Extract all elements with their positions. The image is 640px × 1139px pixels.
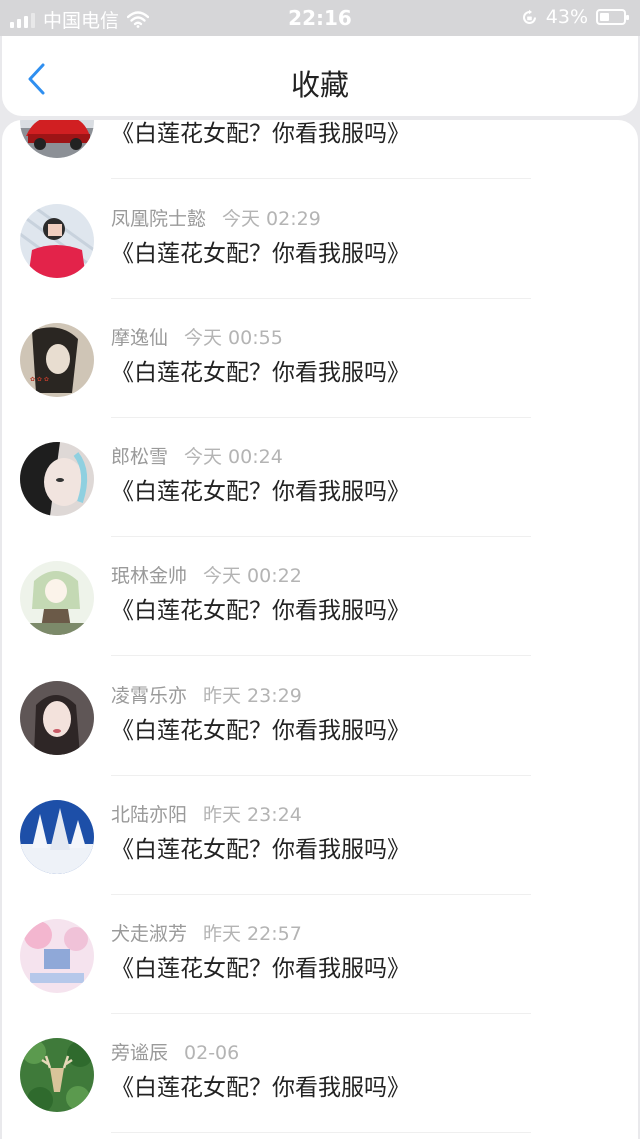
battery-icon — [596, 9, 629, 25]
item-meta: 旁谧辰 02-06 — [111, 1038, 239, 1065]
pink-scene-avatar[interactable] — [20, 919, 94, 993]
item-meta: 犬走淑芳 昨天 22:57 — [111, 919, 302, 946]
red-car-avatar[interactable] — [20, 120, 94, 158]
list-item[interactable]: 犬走淑芳 昨天 22:57 《白莲花女配？你看我服吗》 — [2, 895, 638, 1014]
favorites-list: 《白莲花女配？你看我服吗》 凤凰院士懿 今天 02:29 《白莲花女配？你看我服吗… — [2, 120, 638, 1139]
item-time: 今天 00:24 — [184, 446, 283, 468]
book-title[interactable]: 《白莲花女配？你看我服吗》 — [111, 1068, 410, 1102]
user-name: 犬走淑芳 — [111, 923, 188, 945]
status-right: 43% — [521, 6, 629, 28]
user-name: 旁谧辰 — [111, 1042, 169, 1064]
book-title[interactable]: 《白莲花女配？你看我服吗》 — [111, 591, 410, 625]
svg-text:✿ ✿ ✿: ✿ ✿ ✿ — [30, 376, 49, 383]
nav-bar: 收藏 — [2, 36, 638, 116]
page-title: 收藏 — [290, 68, 349, 102]
user-name: 郎松雪 — [111, 446, 169, 468]
user-name: 摩逸仙 — [111, 327, 169, 349]
list-item[interactable]: 凤凰院士懿 今天 02:29 《白莲花女配？你看我服吗》 — [2, 180, 638, 299]
item-time: 今天 00:55 — [184, 327, 283, 349]
book-title[interactable]: 《白莲花女配？你看我服吗》 — [111, 472, 410, 506]
item-meta: 珉林金帅 今天 00:22 — [111, 561, 302, 588]
girl-sepia-avatar[interactable]: ✿ ✿ ✿ — [20, 323, 94, 397]
girl-portrait-avatar[interactable] — [20, 681, 94, 755]
item-time: 今天 02:29 — [222, 208, 321, 230]
book-title[interactable]: 《白莲花女配？你看我服吗》 — [111, 949, 410, 983]
list-item[interactable]: 郎松雪 今天 00:24 《白莲花女配？你看我服吗》 — [2, 418, 638, 537]
list-item[interactable]: ✿ ✿ ✿ 摩逸仙 今天 00:55 《白莲花女配？你看我服吗》 — [2, 299, 638, 418]
book-title[interactable]: 《白莲花女配？你看我服吗》 — [111, 120, 410, 148]
divider — [111, 1132, 531, 1133]
item-meta: 郎松雪 今天 00:24 — [111, 442, 283, 469]
book-title[interactable]: 《白莲花女配？你看我服吗》 — [111, 234, 410, 268]
book-title[interactable]: 《白莲花女配？你看我服吗》 — [111, 711, 410, 745]
item-time: 昨天 23:29 — [203, 685, 302, 707]
item-meta: 凌霄乐亦 昨天 23:29 — [111, 681, 302, 708]
anime-girl-avatar[interactable] — [20, 561, 94, 635]
divider — [111, 178, 531, 179]
user-name: 凤凰院士懿 — [111, 208, 207, 230]
user-name: 凌霄乐亦 — [111, 685, 188, 707]
battery-fill — [600, 13, 609, 21]
list-item[interactable]: 凌霄乐亦 昨天 23:29 《白莲花女配？你看我服吗》 — [2, 657, 638, 776]
deer-forest-avatar[interactable] — [20, 1038, 94, 1112]
item-time: 昨天 22:57 — [203, 923, 302, 945]
book-title[interactable]: 《白莲花女配？你看我服吗》 — [111, 353, 410, 387]
list-item[interactable]: 旁谧辰 02-06 《白莲花女配？你看我服吗》 — [2, 1014, 638, 1133]
battery-percent: 43% — [545, 6, 588, 28]
list-item[interactable]: 珉林金帅 今天 00:22 《白莲花女配？你看我服吗》 — [2, 537, 638, 656]
snow-trees-avatar[interactable] — [20, 800, 94, 874]
item-time: 昨天 23:24 — [203, 804, 302, 826]
item-time: 今天 00:22 — [203, 565, 302, 587]
user-name: 北陆亦阳 — [111, 804, 188, 826]
user-name: 珉林金帅 — [111, 565, 188, 587]
book-title[interactable]: 《白莲花女配？你看我服吗》 — [111, 830, 410, 864]
divider — [111, 655, 531, 656]
item-meta: 北陆亦阳 昨天 23:24 — [111, 800, 302, 827]
boy-red-shirt-avatar[interactable] — [20, 204, 94, 278]
girl-face-avatar[interactable] — [20, 442, 94, 516]
orientation-lock-icon — [522, 9, 536, 24]
list-item[interactable]: 《白莲花女配？你看我服吗》 — [2, 120, 638, 179]
item-time: 02-06 — [184, 1042, 240, 1064]
item-meta: 凤凰院士懿 今天 02:29 — [111, 204, 321, 231]
item-meta: 摩逸仙 今天 00:55 — [111, 323, 283, 350]
status-bar: 中国电信 22:16 43% — [0, 0, 640, 36]
list-item[interactable]: 北陆亦阳 昨天 23:24 《白莲花女配？你看我服吗》 — [2, 776, 638, 895]
